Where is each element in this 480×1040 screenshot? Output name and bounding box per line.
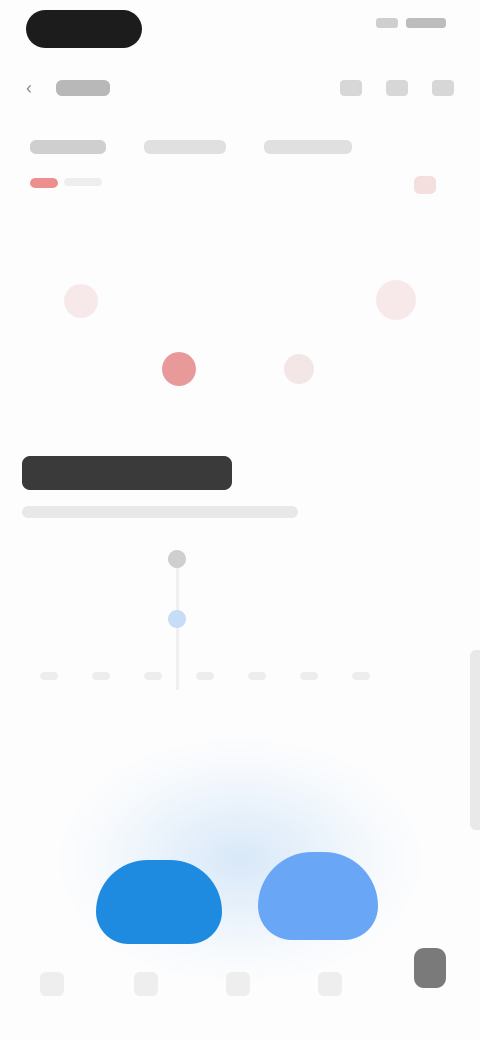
icon-grid <box>0 240 480 400</box>
grid-icon-1[interactable] <box>64 284 98 318</box>
tab-end-icon[interactable] <box>414 176 436 194</box>
tick <box>248 672 266 680</box>
tab-indicator-label <box>64 178 102 186</box>
tick <box>92 672 110 680</box>
grid-icon-4[interactable] <box>284 354 314 384</box>
tick <box>40 672 58 680</box>
status-icons <box>376 18 446 28</box>
section-header <box>22 456 458 518</box>
share-icon[interactable] <box>386 80 408 96</box>
timeline-node-top[interactable] <box>168 550 186 568</box>
app-header: ‹ <box>26 70 454 106</box>
status-pill <box>26 10 142 48</box>
battery-icon <box>406 18 446 28</box>
nav-item-4[interactable] <box>318 972 342 996</box>
tick <box>352 672 370 680</box>
tab-3[interactable] <box>264 140 352 154</box>
grid-icon-2[interactable] <box>376 280 416 320</box>
secondary-action-button[interactable] <box>258 852 378 940</box>
header-title <box>56 80 110 96</box>
nav-item-2[interactable] <box>134 972 158 996</box>
app-screen: ‹ <box>0 0 480 1040</box>
tick <box>300 672 318 680</box>
grid-icon-3[interactable] <box>162 352 196 386</box>
timeline-ticks <box>40 672 370 680</box>
background-glow <box>60 740 420 980</box>
section-subtitle <box>22 506 298 518</box>
more-icon[interactable] <box>340 80 362 96</box>
primary-action-button[interactable] <box>96 860 222 944</box>
section-title <box>22 456 232 490</box>
tick <box>196 672 214 680</box>
header-actions <box>340 80 454 96</box>
signal-icon <box>376 18 398 28</box>
timeline <box>0 540 480 710</box>
floating-action-icon[interactable] <box>414 948 446 988</box>
menu-icon[interactable] <box>432 80 454 96</box>
tab-2[interactable] <box>144 140 226 154</box>
nav-item-home[interactable] <box>40 972 64 996</box>
nav-item-3[interactable] <box>226 972 250 996</box>
timeline-node-current[interactable] <box>168 610 186 628</box>
header-left: ‹ <box>26 79 110 97</box>
tab-indicator <box>30 178 58 188</box>
bottom-nav <box>0 950 480 1020</box>
tab-1[interactable] <box>30 140 106 154</box>
back-arrow-icon[interactable]: ‹ <box>26 79 42 97</box>
side-scroll-handle[interactable] <box>470 650 480 830</box>
tick <box>144 672 162 680</box>
tab-bar <box>30 140 352 154</box>
